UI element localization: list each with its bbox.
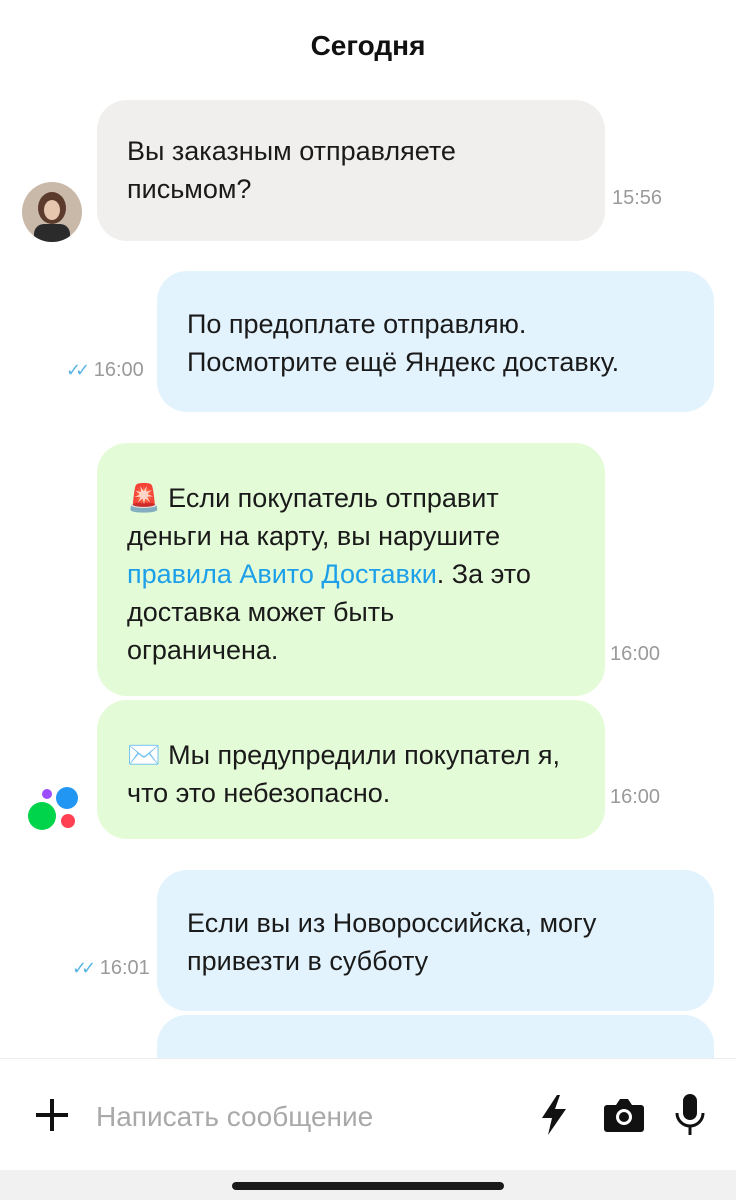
- message-text: Вы заказным отправляете письмом?: [127, 136, 456, 204]
- envelope-icon: ✉️: [127, 740, 161, 770]
- message-time: 16:00: [610, 786, 661, 808]
- message-line: привезти в субботу: [187, 946, 429, 976]
- plus-icon[interactable]: [32, 1095, 72, 1135]
- message-time: 16:01: [99, 957, 150, 979]
- message-bubble-outgoing[interactable]: По предоплате отправляю. Посмотрите ещё …: [157, 271, 714, 412]
- avito-avatar-icon: [22, 784, 82, 834]
- message-time-read: ✓✓ 16:00: [66, 359, 144, 382]
- message-bubble-outgoing[interactable]: Если вы из Новороссийска, могу привезти …: [157, 870, 714, 1011]
- home-indicator[interactable]: [232, 1182, 504, 1190]
- camera-icon[interactable]: [600, 1093, 648, 1137]
- system-message-notice[interactable]: ✉️ Мы предупредили покупател я, что это …: [97, 700, 605, 839]
- double-check-icon: ✓✓: [72, 958, 96, 978]
- message-time: 16:00: [610, 643, 661, 665]
- message-input[interactable]: [94, 1096, 518, 1138]
- message-line: Посмотрите ещё Яндекс доставку.: [187, 347, 620, 377]
- message-time-read: ✓✓ 16:01: [72, 957, 150, 980]
- message-time: 16:00: [93, 359, 144, 381]
- microphone-icon[interactable]: [668, 1091, 712, 1139]
- message-time: 15:56: [612, 187, 663, 209]
- lightning-icon[interactable]: [534, 1093, 574, 1137]
- message-text: Если покупатель отправит деньги на карту…: [127, 483, 501, 551]
- date-header: Сегодня: [310, 30, 426, 61]
- system-message-warning[interactable]: 🚨 Если покупатель отправит деньги на кар…: [97, 443, 605, 696]
- message-bubble-incoming[interactable]: Вы заказным отправляете письмом?: [97, 100, 605, 241]
- double-check-icon: ✓✓: [66, 360, 90, 380]
- message-line: По предоплате отправляю.: [187, 309, 527, 339]
- siren-icon: 🚨: [127, 483, 161, 513]
- message-line: Если вы из Новороссийска, могу: [187, 908, 597, 938]
- user-avatar[interactable]: [22, 182, 82, 242]
- message-text: Мы предупредили покупател я, что это неб…: [127, 740, 560, 808]
- avito-delivery-rules-link[interactable]: правила Авито Доставки: [127, 559, 437, 589]
